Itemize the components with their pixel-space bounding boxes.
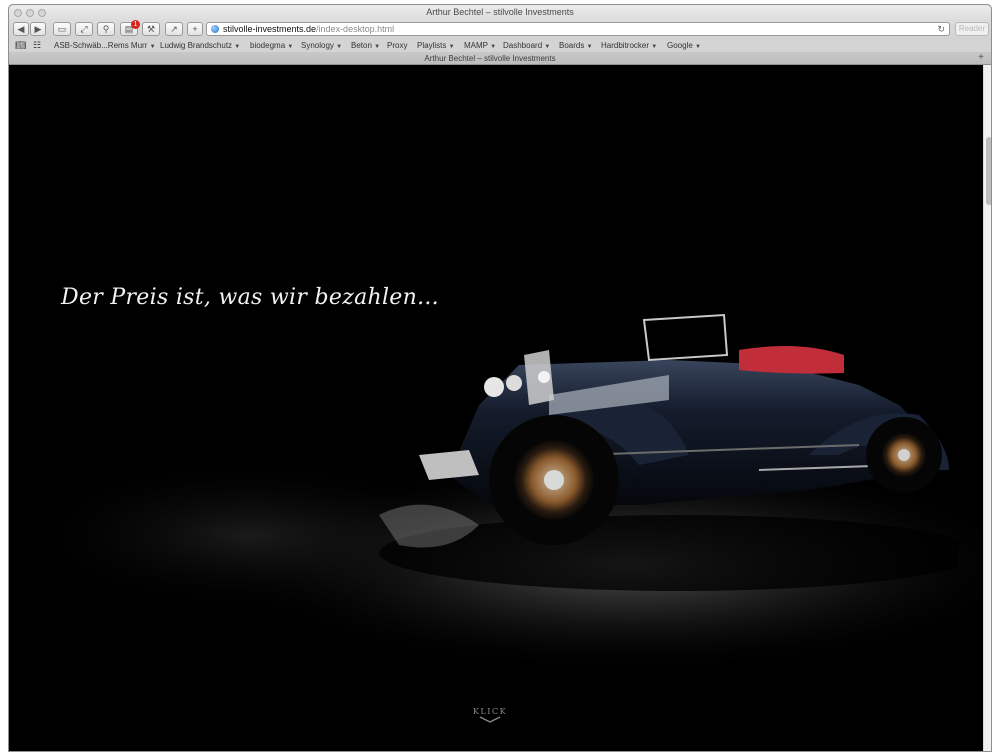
top-sites-grid-icon[interactable]: ☷ [33,40,41,51]
caret-down-icon: ▼ [586,44,593,50]
bookmark-item[interactable]: Boards ▼ [559,41,593,50]
bookmark-label: Proxy [387,41,408,50]
bookmark-item[interactable]: ASB-Schwäb...Rems Murr ▼ [54,41,156,50]
new-tab-button[interactable]: + [975,52,987,64]
url-host: stilvolle-investments.de [223,24,317,34]
bookmark-label: Hardbitrocker [601,41,650,50]
bicycle-icon: ⚲ [102,24,110,34]
bookmarks-bar: 📖︎ ☷ ASB-Schwäb...Rems Murr ▼ Ludwig Bra… [9,39,991,52]
back-button[interactable]: ◀ [13,22,29,36]
web-page: Der Preis ist, was wir bezahlen... KLICK [9,65,983,751]
hero-headline: Der Preis ist, was wir bezahlen... [61,285,439,310]
vertical-scrollbar[interactable] [983,65,991,751]
scrollbar-thumb[interactable] [986,137,991,205]
forward-button[interactable]: ▶ [30,22,46,36]
window-title: Arthur Bechtel – stilvolle Investments [426,7,574,17]
plus-icon: + [192,24,198,34]
caret-down-icon: ▼ [695,44,701,50]
expand-arrows-icon: ⤢ [80,24,88,34]
bookmark-label: MAMP [464,41,488,50]
forward-arrow-icon: ▶ [34,24,42,34]
caret-down-icon: ▼ [651,44,658,50]
bookmark-label: Google [667,41,693,50]
notification-badge: 1 [131,20,140,29]
bookmark-label: Ludwig Brandschutz [160,41,233,50]
klick-link[interactable]: KLICK [473,707,507,716]
bookmark-item[interactable]: biodegma ▼ [250,41,293,50]
globe-icon [211,25,219,33]
bookmark-item[interactable]: Synology ▼ [301,41,342,50]
add-bookmark-button[interactable]: + [187,22,203,36]
chevron-down-icon[interactable] [479,716,501,724]
caret-down-icon: ▼ [336,44,343,50]
caret-down-icon: ▼ [544,44,551,50]
bookmark-label: Playlists [417,41,447,50]
title-bar: Arthur Bechtel – stilvolle Investments [9,5,991,21]
tab-bar: Arthur Bechtel – stilvolle Investments + [9,52,991,65]
notifications-button[interactable]: ▤ 1 [120,20,140,36]
vintage-roadster-image [379,313,959,591]
share-icon: ↗ [170,24,178,34]
tools-button[interactable]: ⚒ [142,22,160,36]
back-arrow-icon: ◀ [17,24,25,34]
bookmark-label: Synology [301,41,334,50]
bookmark-label: biodegma [250,41,286,50]
bookmark-item[interactable]: Dashboard ▼ [503,41,550,50]
bookmark-item[interactable]: MAMP ▼ [464,41,496,50]
caret-down-icon: ▼ [490,44,497,50]
reload-icon[interactable]: ↻ [937,23,945,35]
tabs-overview-icon: ▭ [57,24,67,34]
wrench-icon: ⚒ [146,24,156,34]
bookmark-item[interactable]: Ludwig Brandschutz ▼ [160,41,240,50]
url-text: stilvolle-investments.de/index-desktop.h… [223,23,394,35]
url-path: /index-desktop.html [316,24,395,34]
share-button[interactable]: ↗ [165,22,183,36]
bookmark-item[interactable]: Beton ▼ [351,41,380,50]
reader-button[interactable]: Reader [955,22,989,36]
plus-icon: + [978,52,984,63]
caret-down-icon: ▼ [149,44,156,50]
fullscreen-button[interactable]: ⤢ [75,22,93,36]
caret-down-icon: ▼ [287,44,294,50]
caret-down-icon: ▼ [448,44,455,50]
bookmark-item[interactable]: Proxy [387,41,407,50]
show-all-tabs-button[interactable]: ▭ [53,22,71,36]
bookmark-item[interactable]: Playlists ▼ [417,41,455,50]
bookmark-label: Beton [351,41,372,50]
bookmark-label: Boards [559,41,585,50]
browser-toolbar: ◀ ▶ ▭ ⤢ ⚲ ▤ 1 ⚒ ↗ + stilvolle-investment… [9,20,991,39]
address-bar[interactable]: stilvolle-investments.de/index-desktop.h… [206,22,950,36]
bookmark-item[interactable]: Hardbitrocker ▼ [601,41,657,50]
reading-list-icon[interactable]: 📖︎ [15,40,26,51]
bike-extension-button[interactable]: ⚲ [97,22,115,36]
bookmark-item[interactable]: Google ▼ [667,41,701,50]
browser-window: Arthur Bechtel – stilvolle Investments ◀… [8,4,992,752]
caret-down-icon: ▼ [374,44,381,50]
bookmark-label: Dashboard [503,41,543,50]
caret-down-icon: ▼ [234,44,241,50]
bookmark-label: ASB-Schwäb...Rems Murr [54,41,148,50]
active-tab[interactable]: Arthur Bechtel – stilvolle Investments [9,54,971,63]
